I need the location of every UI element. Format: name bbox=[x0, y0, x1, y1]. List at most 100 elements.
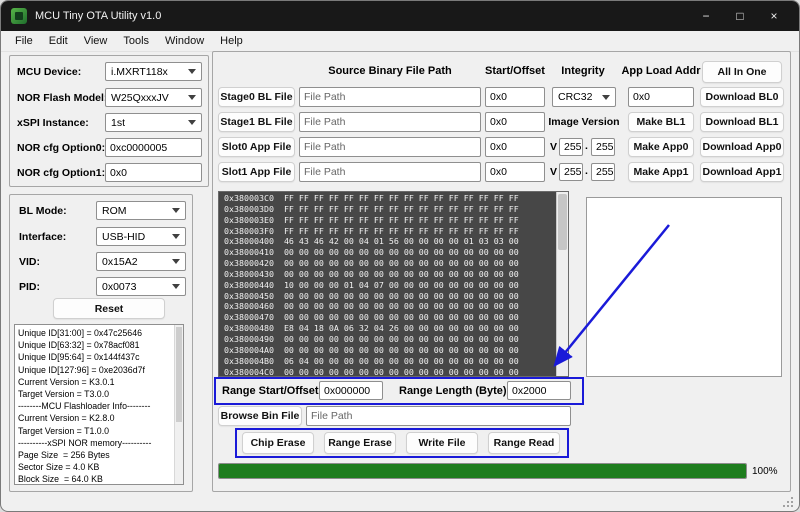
make-app0-button[interactable]: Make App0 bbox=[628, 137, 694, 157]
menu-view[interactable]: View bbox=[76, 33, 116, 49]
browse-bin-path-input[interactable]: File Path bbox=[306, 406, 571, 426]
device-info-line: Unique ID[31:00] = 0x47c25646 bbox=[18, 328, 142, 338]
info-scrollbar-thumb[interactable] bbox=[176, 327, 182, 422]
mcu-device-select[interactable]: i.MXRT118x bbox=[105, 62, 202, 81]
hex-scrollbar-thumb[interactable] bbox=[558, 194, 567, 250]
hex-dump-line: 0x380004C0 00 00 00 00 00 00 00 00 00 00… bbox=[224, 366, 519, 377]
progress-fill bbox=[219, 464, 746, 478]
slot0-version-dot-label: . bbox=[585, 140, 588, 152]
write-file-button[interactable]: Write File bbox=[406, 432, 478, 454]
hex-dump-line: 0x380004A0 00 00 00 00 00 00 00 00 00 00… bbox=[224, 344, 519, 355]
hex-dump-line: 0x380003D0 FF FF FF FF FF FF FF FF FF FF… bbox=[224, 203, 519, 214]
slot1-version-major-input[interactable]: 255 bbox=[559, 163, 583, 181]
slot1-path-input[interactable]: File Path bbox=[299, 162, 481, 182]
menu-file[interactable]: File bbox=[7, 33, 41, 49]
hex-dump-view[interactable]: 0x380003C0 FF FF FF FF FF FF FF FF FF FF… bbox=[218, 191, 569, 377]
download-app1-button[interactable]: Download App1 bbox=[700, 162, 784, 182]
device-info-line: Unique ID[63:32] = 0x78acf081 bbox=[18, 340, 140, 351]
vid-label: VID: bbox=[19, 256, 40, 268]
titlebar: MCU Tiny OTA Utility v1.0 − □ × bbox=[1, 1, 799, 31]
hex-dump-line: 0x38000470 00 00 00 00 00 00 00 00 00 00… bbox=[224, 312, 519, 323]
nor-cfg-option1-input[interactable]: 0x0 bbox=[105, 163, 202, 182]
device-info-line: ----------xSPI NOR memory---------- bbox=[18, 437, 152, 448]
info-scrollbar[interactable] bbox=[174, 325, 183, 484]
device-info-line: Block Size = 64.0 KB bbox=[18, 474, 103, 485]
bl-mode-label: BL Mode: bbox=[19, 205, 67, 217]
menu-tools[interactable]: Tools bbox=[115, 33, 157, 49]
close-button[interactable]: × bbox=[757, 1, 791, 31]
mcu-device-label: MCU Device: bbox=[17, 66, 82, 78]
hex-dump-line: 0x380004B0 06 04 00 00 00 00 00 00 00 00… bbox=[224, 355, 519, 366]
xspi-instance-select[interactable]: 1st bbox=[105, 113, 202, 132]
range-erase-button[interactable]: Range Erase bbox=[324, 432, 396, 454]
make-app1-button[interactable]: Make App1 bbox=[628, 162, 694, 182]
menu-edit[interactable]: Edit bbox=[41, 33, 76, 49]
make-bl1-button[interactable]: Make BL1 bbox=[628, 112, 694, 132]
slot1-app-file-button[interactable]: Slot1 App File bbox=[218, 162, 295, 182]
device-info-line: Unique ID[95:64] = 0x144f437c bbox=[18, 352, 140, 363]
range-read-button[interactable]: Range Read bbox=[488, 432, 560, 454]
stage0-offset-input[interactable]: 0x0 bbox=[485, 87, 545, 107]
image-version-label: Image Version bbox=[548, 116, 620, 128]
all-in-one-button[interactable]: All In One bbox=[702, 61, 782, 83]
slot0-path-input[interactable]: File Path bbox=[299, 137, 481, 157]
app-load-addr-header: App Load Addr bbox=[621, 65, 701, 77]
slot0-offset-input[interactable]: 0x0 bbox=[485, 137, 545, 157]
slot0-version-minor-input[interactable]: 255 bbox=[591, 138, 615, 156]
pid-select[interactable]: 0x0073 bbox=[96, 277, 186, 296]
hex-scrollbar[interactable] bbox=[556, 192, 568, 376]
range-start-input[interactable]: 0x000000 bbox=[319, 381, 383, 400]
browse-bin-file-button[interactable]: Browse Bin File bbox=[218, 406, 302, 426]
menu-help[interactable]: Help bbox=[212, 33, 251, 49]
hex-dump-line: 0x38000410 00 00 00 00 00 00 00 00 00 00… bbox=[224, 247, 519, 258]
download-bl0-button[interactable]: Download BL0 bbox=[700, 87, 784, 107]
hex-dump-line: 0x38000490 00 00 00 00 00 00 00 00 00 00… bbox=[224, 333, 519, 344]
range-start-label: Range Start/Offset: bbox=[222, 385, 323, 397]
download-bl1-button[interactable]: Download BL1 bbox=[700, 112, 784, 132]
hex-dump-line: 0x380003C0 FF FF FF FF FF FF FF FF FF FF… bbox=[224, 193, 519, 203]
chevron-down-icon bbox=[188, 120, 196, 125]
source-binary-header: Source Binary File Path bbox=[328, 65, 452, 77]
stage1-bl-file-button[interactable]: Stage1 BL File bbox=[218, 112, 295, 132]
vid-value: 0x15A2 bbox=[102, 255, 138, 268]
download-app0-button[interactable]: Download App0 bbox=[700, 137, 784, 157]
slot0-app-file-button[interactable]: Slot0 App File bbox=[218, 137, 295, 157]
device-info-box[interactable]: Unique ID[31:00] = 0x47c25646 Unique ID[6… bbox=[14, 324, 184, 485]
menubar: File Edit View Tools Window Help bbox=[1, 31, 799, 52]
stage0-bl-file-button[interactable]: Stage0 BL File bbox=[218, 87, 295, 107]
slot0-version-major-input[interactable]: 255 bbox=[559, 138, 583, 156]
slot1-offset-input[interactable]: 0x0 bbox=[485, 162, 545, 182]
chevron-down-icon bbox=[602, 94, 610, 100]
nor-flash-model-select[interactable]: W25QxxxJV bbox=[105, 88, 202, 107]
mcu-device-value: i.MXRT118x bbox=[111, 65, 168, 78]
resize-grip-icon[interactable] bbox=[783, 496, 794, 507]
chip-erase-button[interactable]: Chip Erase bbox=[242, 432, 314, 454]
range-length-input[interactable]: 0x2000 bbox=[507, 381, 571, 400]
stage0-path-input[interactable]: File Path bbox=[299, 87, 481, 107]
stage1-offset-input[interactable]: 0x0 bbox=[485, 112, 545, 132]
interface-select[interactable]: USB-HID bbox=[96, 227, 186, 246]
hex-dump-line: 0x38000480 E8 04 18 0A 06 32 04 26 00 00… bbox=[224, 323, 519, 334]
nor-cfg-option0-input[interactable]: 0xc0000005 bbox=[105, 138, 202, 157]
minimize-button[interactable]: − bbox=[689, 1, 723, 31]
menu-window[interactable]: Window bbox=[157, 33, 212, 49]
device-info-line: Page Size = 256 Bytes bbox=[18, 450, 110, 461]
app-load-addr-input[interactable]: 0x0 bbox=[628, 87, 694, 107]
maximize-button[interactable]: □ bbox=[723, 1, 757, 31]
nor-flash-model-value: W25QxxxJV bbox=[111, 91, 169, 104]
reset-button[interactable]: Reset bbox=[53, 298, 165, 319]
hex-dump-line: 0x38000420 00 00 00 00 00 00 00 00 00 00… bbox=[224, 258, 519, 269]
integrity-select[interactable]: CRC32 bbox=[552, 87, 616, 107]
pid-value: 0x0073 bbox=[102, 280, 137, 293]
stage1-path-input[interactable]: File Path bbox=[299, 112, 481, 132]
xspi-instance-label: xSPI Instance: bbox=[17, 117, 89, 129]
vid-select[interactable]: 0x15A2 bbox=[96, 252, 186, 271]
slot1-version-v-label: V bbox=[550, 166, 558, 178]
slot1-version-minor-input[interactable]: 255 bbox=[591, 163, 615, 181]
chevron-down-icon bbox=[172, 284, 180, 289]
hex-dump-line: 0x380003E0 FF FF FF FF FF FF FF FF FF FF… bbox=[224, 214, 519, 225]
bl-mode-select[interactable]: ROM bbox=[96, 201, 186, 220]
slot0-version-v-label: V bbox=[550, 141, 558, 153]
bl-mode-value: ROM bbox=[102, 204, 127, 217]
start-offset-header: Start/Offset bbox=[485, 65, 545, 77]
